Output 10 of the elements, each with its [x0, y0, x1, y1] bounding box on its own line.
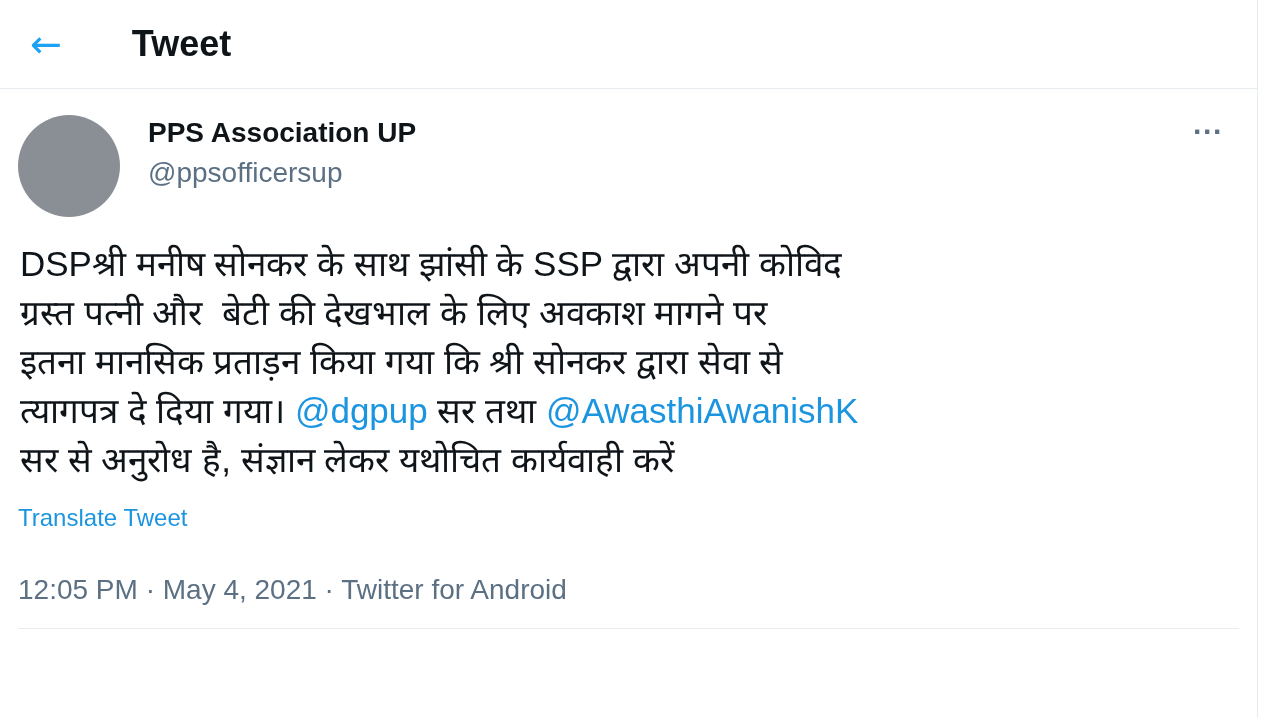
more-button[interactable]: ···: [1193, 115, 1223, 149]
back-button[interactable]: ←: [30, 25, 62, 63]
author-name[interactable]: PPS Association UP: [148, 117, 1193, 149]
page-title: Tweet: [131, 23, 232, 65]
mention-link[interactable]: @AwasthiAwanishK: [545, 391, 859, 430]
author-handle[interactable]: @ppsofficersup: [148, 157, 1193, 189]
tweet-text: DSPश्री मनीष सोनकर के साथ झांसी के SSP द्वारा अपनी कोविद ग्रस्त पत्नी और बेटी की देखभाल के लिए अवकाश मागने पर इतना मानसिक प्रताड़न किया गया कि श्री सोनकर द्वारा सेवा से त्यागपत्र दे दिया गया। @dgpup सर तथा @AwasthiAwanishK सर से अनुरोध है, संज्ञान लेकर यथोचित कार्यवाही करें: [20, 239, 1257, 484]
translate-link[interactable]: Translate Tweet: [18, 504, 188, 532]
mention-link[interactable]: @dgpup: [294, 391, 428, 430]
tweet-meta: 12:05 PM · May 4, 2021 · Twitter for Android: [18, 574, 1239, 629]
